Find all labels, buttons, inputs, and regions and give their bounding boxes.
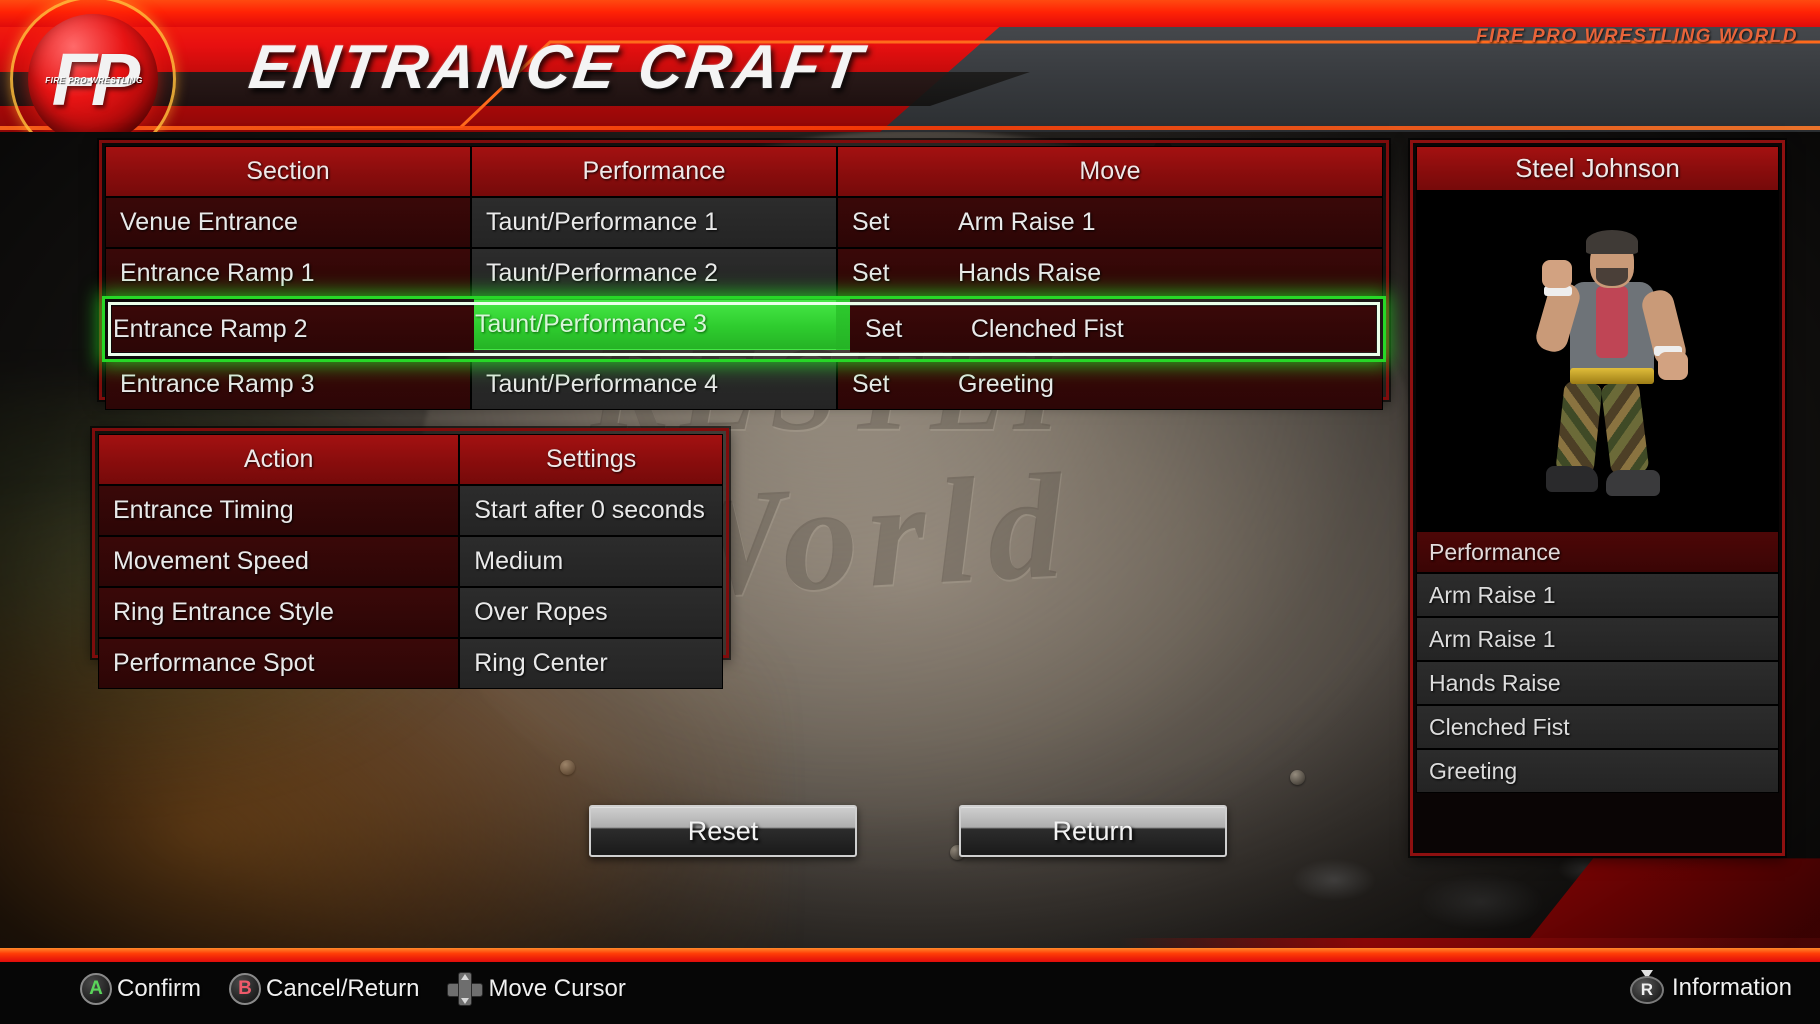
table-row[interactable]: Venue Entrance Taunt/Performance 1 Set A… [105, 197, 1383, 248]
table-row[interactable]: Performance Spot Ring Center [98, 638, 723, 689]
cell-move[interactable]: Set Hands Raise [837, 248, 1383, 299]
cell-move-value: Greeting [958, 370, 1054, 398]
right-stick-icon: R [1628, 970, 1666, 1006]
cell-setting[interactable]: Start after 0 seconds [459, 485, 723, 536]
column-header-performance: Performance [471, 146, 837, 197]
cell-move-value: Hands Raise [958, 259, 1102, 287]
a-button-glyph: A [89, 978, 103, 999]
character-preview [1416, 191, 1779, 531]
cell-move[interactable]: Set Arm Raise 1 [837, 197, 1383, 248]
list-item[interactable]: Hands Raise [1416, 661, 1779, 705]
entrance-craft-screen: RESTLI World FP FIRE PRO-WRESTLING [0, 0, 1820, 1024]
selection-spacer [835, 299, 850, 350]
logo-initials: FP [51, 37, 141, 121]
b-button-glyph: B [238, 978, 252, 999]
cell-move-value: Clenched Fist [970, 314, 1124, 343]
cell-move-set-label: Set [864, 314, 903, 343]
cell-move-value: Arm Raise 1 [958, 208, 1096, 236]
list-item[interactable]: Arm Raise 1 [1416, 573, 1779, 617]
table-row[interactable]: Entrance Ramp 1 Taunt/Performance 2 Set … [105, 248, 1383, 299]
hint-move-cursor[interactable]: Move Cursor [447, 972, 626, 1006]
list-item[interactable]: Greeting [1416, 749, 1779, 793]
column-header-move: Move [837, 146, 1383, 197]
cell-action[interactable]: Ring Entrance Style [98, 587, 460, 638]
character-panel: Steel Johnson Performance Arm Raise 1 Ar… [1410, 140, 1785, 856]
table-row[interactable]: Entrance Ramp 3 Taunt/Performance 4 Set … [105, 359, 1383, 410]
a-button-icon: A [80, 973, 112, 1005]
cell-setting[interactable]: Over Ropes [459, 587, 723, 638]
action-settings-table: Action Settings Entrance Timing Start af… [92, 428, 729, 689]
footer-accent-line [0, 948, 1820, 962]
cell-performance[interactable]: Taunt/Performance 1 [471, 197, 837, 248]
hint-confirm[interactable]: A Confirm [80, 973, 201, 1005]
cell-performance[interactable]: Taunt/Performance 2 [471, 248, 837, 299]
cell-performance[interactable]: Taunt/Performance 4 [471, 359, 837, 410]
cell-setting[interactable]: Ring Center [459, 638, 723, 689]
cell-section[interactable]: Entrance Ramp 2 [112, 306, 474, 352]
table-row[interactable]: Ring Entrance Style Over Ropes [98, 587, 723, 638]
page-title: ENTRANCE CRAFT [245, 33, 869, 102]
performance-list-header: Performance [1416, 531, 1779, 573]
list-item[interactable]: Arm Raise 1 [1416, 617, 1779, 661]
right-stick-glyph: R [1640, 980, 1654, 999]
character-name: Steel Johnson [1416, 146, 1779, 191]
action-table-header-row: Action Settings [98, 434, 723, 485]
entrance-table-header-row: Section Performance Move [105, 146, 1383, 197]
cell-setting[interactable]: Medium [459, 536, 723, 587]
footer-hint-bar: A Confirm B Cancel/Return Move Cursor R … [0, 948, 1820, 1024]
top-header-bar: FP FIRE PRO-WRESTLING ENTRANCE CRAFT FIR… [0, 0, 1820, 132]
logo-subtext: FIRE PRO-WRESTLING [45, 76, 143, 85]
footer-hints: A Confirm B Cancel/Return Move Cursor [80, 972, 626, 1006]
game-brand-title: FIRE PRO WRESTLING WORLD [1475, 26, 1798, 47]
cell-performance-selected[interactable]: Taunt/Performance 3 [473, 299, 836, 350]
cell-move[interactable]: Set Greeting [837, 359, 1383, 410]
cell-action[interactable]: Performance Spot [98, 638, 460, 689]
wrestler-sprite-icon [1498, 220, 1698, 510]
hint-label-move-cursor: Move Cursor [488, 975, 626, 1002]
cell-section[interactable]: Entrance Ramp 3 [105, 359, 471, 410]
cell-move-set-label: Set [852, 259, 890, 287]
hint-label-information: Information [1671, 974, 1792, 1001]
reset-button[interactable]: Reset [589, 805, 857, 857]
hint-label-cancel: Cancel/Return [266, 975, 420, 1002]
cell-action[interactable]: Movement Speed [98, 536, 460, 587]
table-row[interactable]: Movement Speed Medium [98, 536, 723, 587]
cell-move-set-label: Set [852, 208, 890, 236]
hint-cancel[interactable]: B Cancel/Return [229, 973, 419, 1005]
hint-information[interactable]: R Information [1628, 970, 1792, 1006]
column-header-action: Action [98, 434, 460, 485]
return-button[interactable]: Return [959, 805, 1227, 857]
cell-move[interactable]: Set Clenched Fist [849, 306, 1376, 352]
column-header-section: Section [105, 146, 471, 197]
cell-section[interactable]: Venue Entrance [105, 197, 471, 248]
column-header-settings: Settings [459, 434, 723, 485]
cell-move-set-label: Set [852, 370, 890, 398]
dpad-icon [447, 972, 484, 1006]
table-row[interactable]: Entrance Timing Start after 0 seconds [98, 485, 723, 536]
hint-label-confirm: Confirm [117, 975, 202, 1002]
entrance-table: Section Performance Move Venue Entrance … [99, 140, 1389, 410]
fire-pro-logo-icon: FP FIRE PRO-WRESTLING [10, 0, 176, 132]
cell-section[interactable]: Entrance Ramp 1 [105, 248, 471, 299]
list-item[interactable]: Clenched Fist [1416, 705, 1779, 749]
cell-action[interactable]: Entrance Timing [98, 485, 460, 536]
table-row-selected[interactable]: Entrance Ramp 2 Taunt/Performance 3 Set … [102, 296, 1386, 362]
b-button-icon: B [229, 973, 262, 1005]
